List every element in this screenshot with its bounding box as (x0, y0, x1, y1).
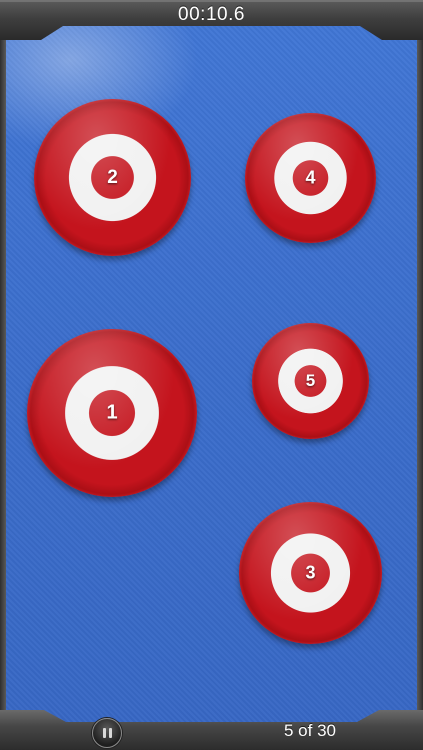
progress-counter: 5 of 30 (284, 721, 336, 740)
target-4[interactable]: 4 (245, 113, 376, 243)
target-number: 3 (305, 562, 316, 583)
timer-display: 00:10.6 (178, 4, 245, 25)
target-number: 2 (107, 166, 118, 188)
target-number: 4 (305, 167, 316, 188)
target-3[interactable]: 3 (239, 502, 382, 644)
target-number: 5 (305, 371, 316, 390)
target-2[interactable]: 2 (34, 99, 191, 256)
target-5[interactable]: 5 (252, 323, 369, 439)
target-1[interactable]: 1 (27, 329, 197, 497)
pause-icon (102, 728, 112, 738)
game-board: 1 2 3 4 5 (0, 0, 423, 750)
pause-button[interactable] (92, 718, 122, 748)
target-number: 1 (106, 401, 118, 424)
